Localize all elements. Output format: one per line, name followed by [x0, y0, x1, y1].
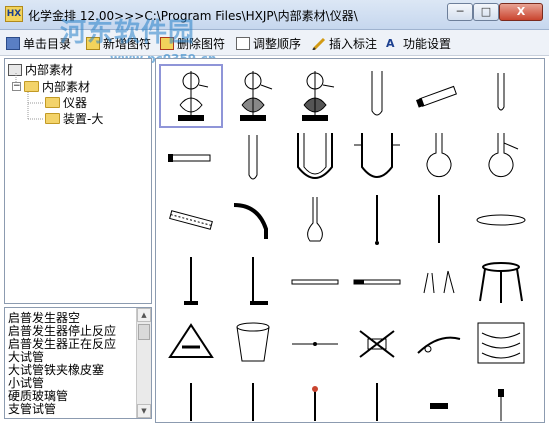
symbol-kipp-generator-stop[interactable] [222, 65, 284, 127]
reorder-icon [236, 36, 250, 50]
folder-icon [45, 113, 60, 124]
symbol-wire-gauze[interactable] [346, 313, 408, 375]
pencil-icon [312, 37, 326, 51]
symbol-glass-rod[interactable] [408, 189, 470, 251]
symbol-iron-stand[interactable] [160, 251, 222, 313]
symbol-iron-stand-clamp[interactable] [222, 251, 284, 313]
symbol-bent-tube[interactable] [222, 189, 284, 251]
symbol-rod-b[interactable] [222, 375, 284, 422]
app-icon: HX [5, 6, 23, 22]
symbol-kipp-generator-empty[interactable] [159, 64, 223, 128]
scroll-up-icon[interactable]: ▲ [137, 308, 151, 322]
symbol-crucible[interactable] [222, 313, 284, 375]
symbol-iron-clamp[interactable] [284, 251, 346, 313]
symbol-u-tube[interactable] [284, 127, 346, 189]
toolbar-insert-annotation-label: 插入标注 [329, 36, 378, 51]
list-scrollbar[interactable]: ▲ ▼ [136, 308, 151, 418]
tree-root-label: 内部素材 [25, 63, 74, 77]
symbol-tripod-small[interactable] [408, 251, 470, 313]
folder-icon [45, 97, 60, 108]
symbol-rubber-stopper[interactable] [408, 375, 470, 422]
symbol-condenser[interactable] [160, 189, 222, 251]
toolbar-settings-label: 功能设置 [403, 36, 452, 51]
tree-leaf-label: 仪器 [63, 96, 88, 110]
symbol-thermometer[interactable] [346, 189, 408, 251]
symbol-match[interactable] [284, 375, 346, 422]
root-folder-icon [8, 63, 22, 76]
symbol-clay-triangle[interactable] [160, 313, 222, 375]
toolbar-reorder-label: 调整顺序 [253, 36, 302, 51]
scroll-down-icon[interactable]: ▼ [137, 404, 151, 418]
symbol-distilling-flask[interactable] [470, 127, 532, 189]
symbol-grid [155, 58, 545, 423]
symbol-rod-c[interactable] [346, 375, 408, 422]
directory-icon [6, 36, 20, 50]
symbol-crucible-tongs[interactable] [284, 313, 346, 375]
symbol-test-tube-with-clamp[interactable] [408, 65, 470, 127]
toolbar-insert-annotation-button[interactable]: 插入标注 [312, 34, 377, 52]
scroll-thumb[interactable] [138, 324, 150, 340]
tree-leaf-label: 装置-大 [63, 112, 104, 126]
watermark-text: 河东软件园 [60, 18, 196, 48]
symbol-volumetric-flask[interactable] [284, 189, 346, 251]
symbol-name-list: 启普发生器空 启普发生器停止反应 启普发生器正在反应 大试管 大试管铁夹橡皮塞 … [4, 307, 152, 419]
symbol-large-test-tube[interactable] [346, 65, 408, 127]
symbol-branch-test-tube[interactable] [222, 127, 284, 189]
maximize-button[interactable]: □ [473, 3, 499, 21]
minimize-button[interactable]: ─ [447, 3, 473, 21]
collapse-icon[interactable]: − [12, 82, 21, 91]
toolbar-reorder-button[interactable]: 调整顺序 [236, 34, 301, 52]
symbol-dropper[interactable] [470, 375, 532, 422]
symbol-small-test-tube[interactable] [470, 65, 532, 127]
tree-root[interactable]: 内部素材 [8, 62, 73, 77]
symbol-hard-glass-tube[interactable] [160, 127, 222, 189]
toolbar-settings-button[interactable]: A 功能设置 [386, 34, 451, 52]
symbol-kipp-generator-active[interactable] [284, 65, 346, 127]
folder-icon [24, 81, 39, 92]
tree-leaf-instruments[interactable]: 仪器 [45, 95, 87, 110]
close-button[interactable]: X [499, 3, 543, 21]
folder-tree: 内部素材 − 内部素材 仪器 装置-大 [4, 58, 152, 304]
symbol-rod-a[interactable] [160, 375, 222, 422]
list-item[interactable]: 支管试管 [8, 400, 56, 417]
symbol-test-tube-holder[interactable] [408, 313, 470, 375]
tree-leaf-apparatus[interactable]: 装置-大 [45, 111, 103, 126]
symbol-round-flask[interactable] [408, 127, 470, 189]
symbol-wood-block[interactable] [470, 313, 532, 375]
tree-node-label: 内部素材 [42, 80, 91, 94]
symbol-tripod[interactable] [470, 251, 532, 313]
symbol-watch-glass[interactable] [470, 189, 532, 251]
font-settings-icon: A [386, 36, 395, 50]
tree-node-internal[interactable]: − 内部素材 [12, 79, 90, 94]
symbol-clamp-holder[interactable] [346, 251, 408, 313]
symbol-u-tube-with-branches[interactable] [346, 127, 408, 189]
